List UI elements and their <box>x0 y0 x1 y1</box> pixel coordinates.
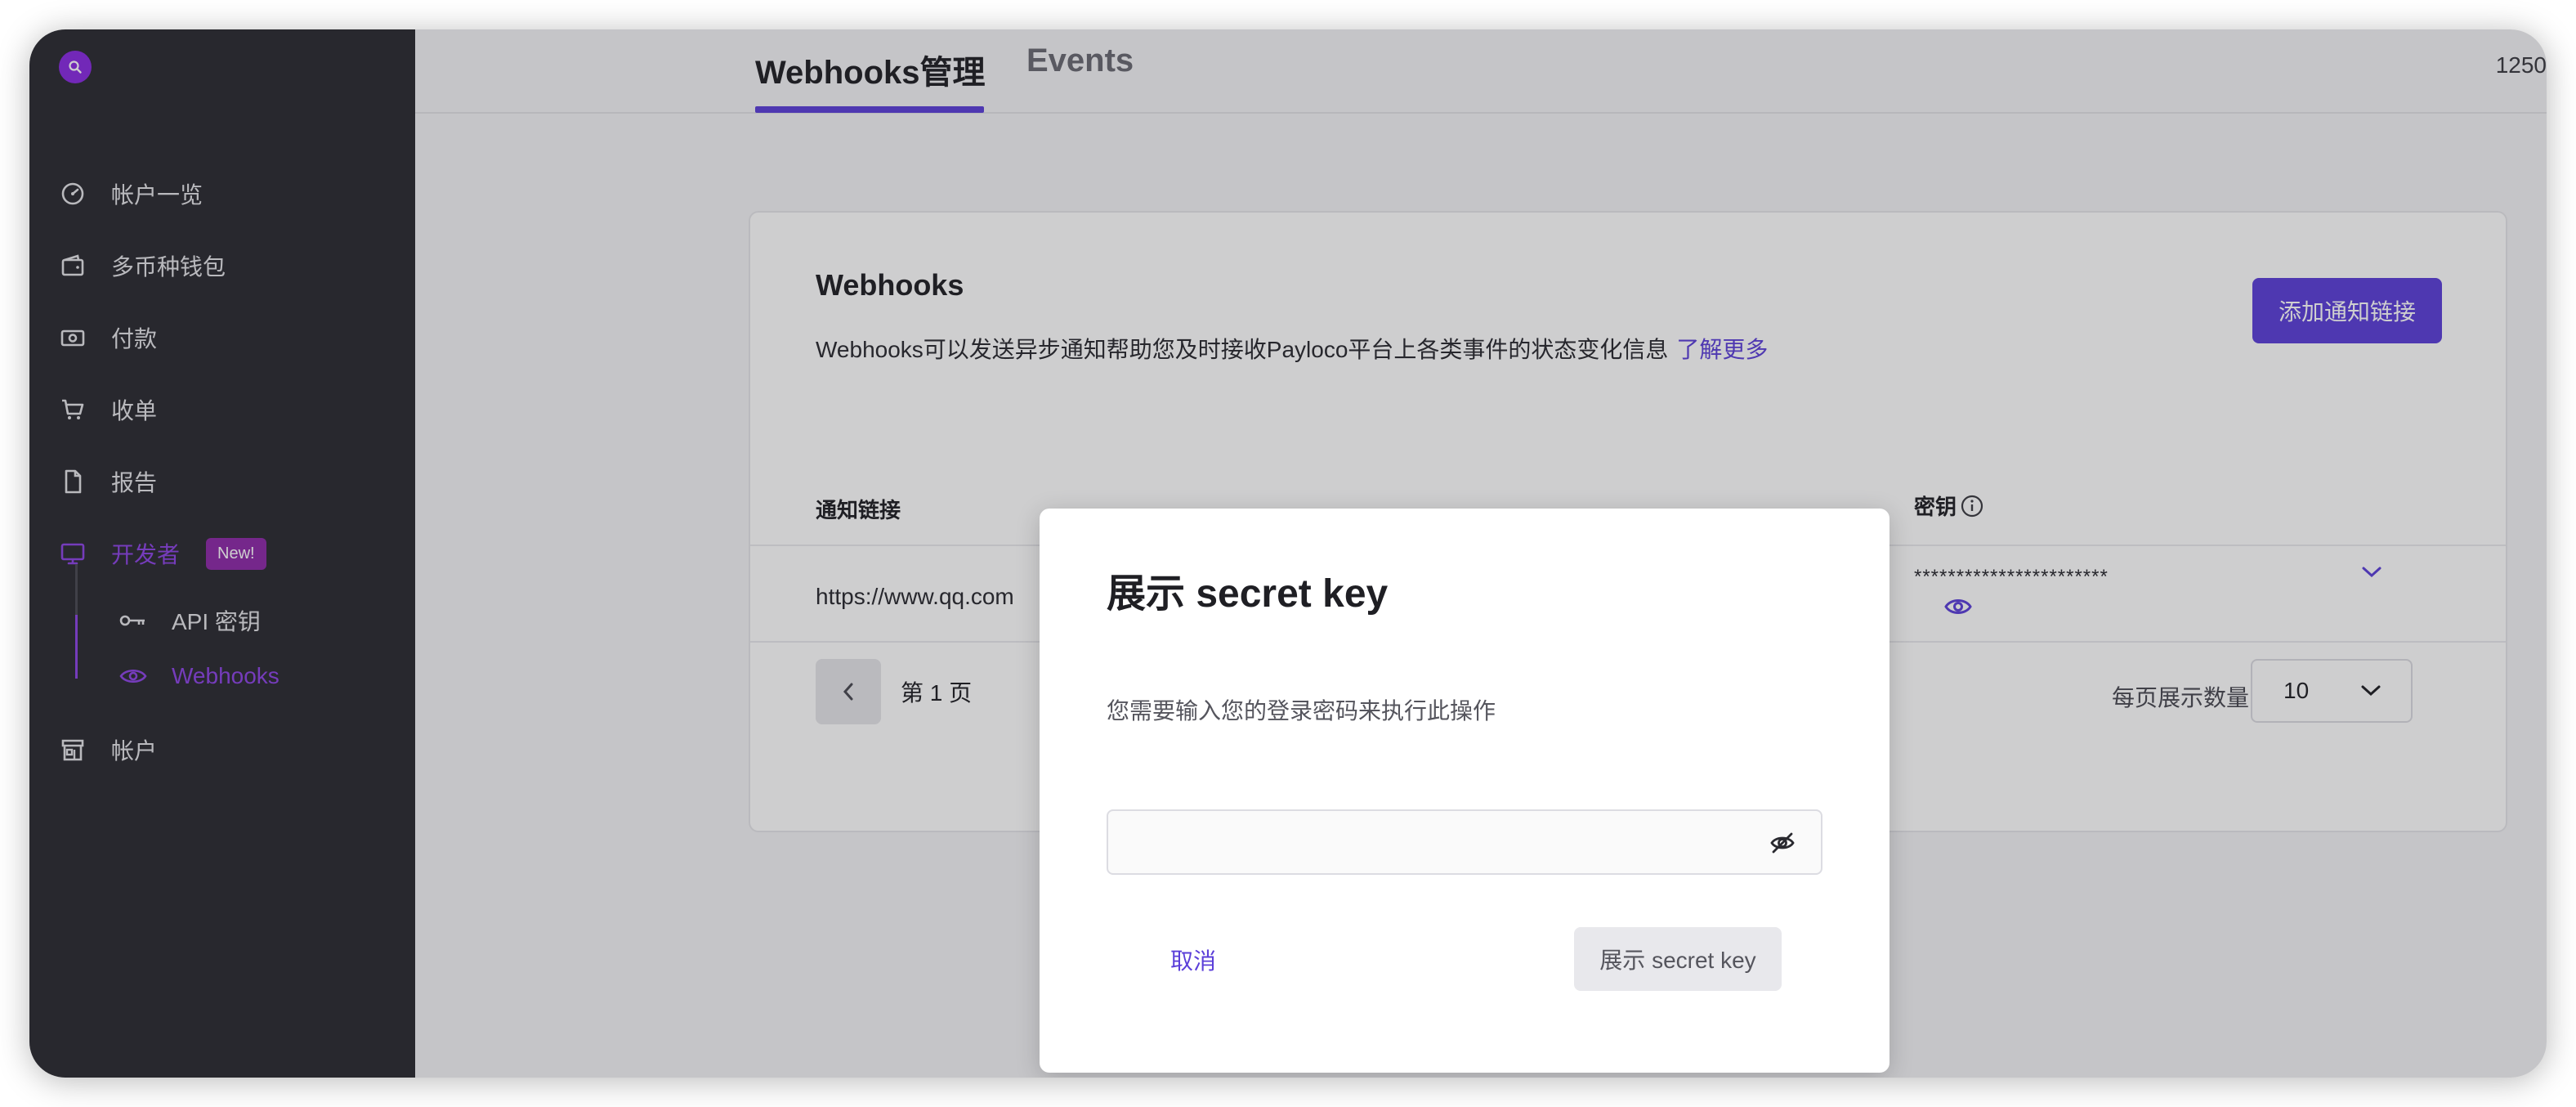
cancel-button[interactable]: 取消 <box>1170 943 1216 976</box>
reveal-secret-button[interactable]: 展示 secret key <box>1574 927 1782 991</box>
app-window: 帐户一览 多币种钱包 付款 收单 报告 开发者 New! API 密钥 Webh… <box>29 29 2547 1078</box>
toggle-visibility-eye-off-icon[interactable] <box>1769 829 1796 861</box>
password-field[interactable] <box>1107 809 1822 875</box>
dialog-description: 您需要输入您的登录密码来执行此操作 <box>1107 698 1496 724</box>
dialog-title: 展示 secret key <box>1107 572 1389 616</box>
password-input[interactable] <box>1125 824 1749 862</box>
reveal-secret-dialog: 展示 secret key 您需要输入您的登录密码来执行此操作 取消 展示 se… <box>1040 509 1890 1073</box>
